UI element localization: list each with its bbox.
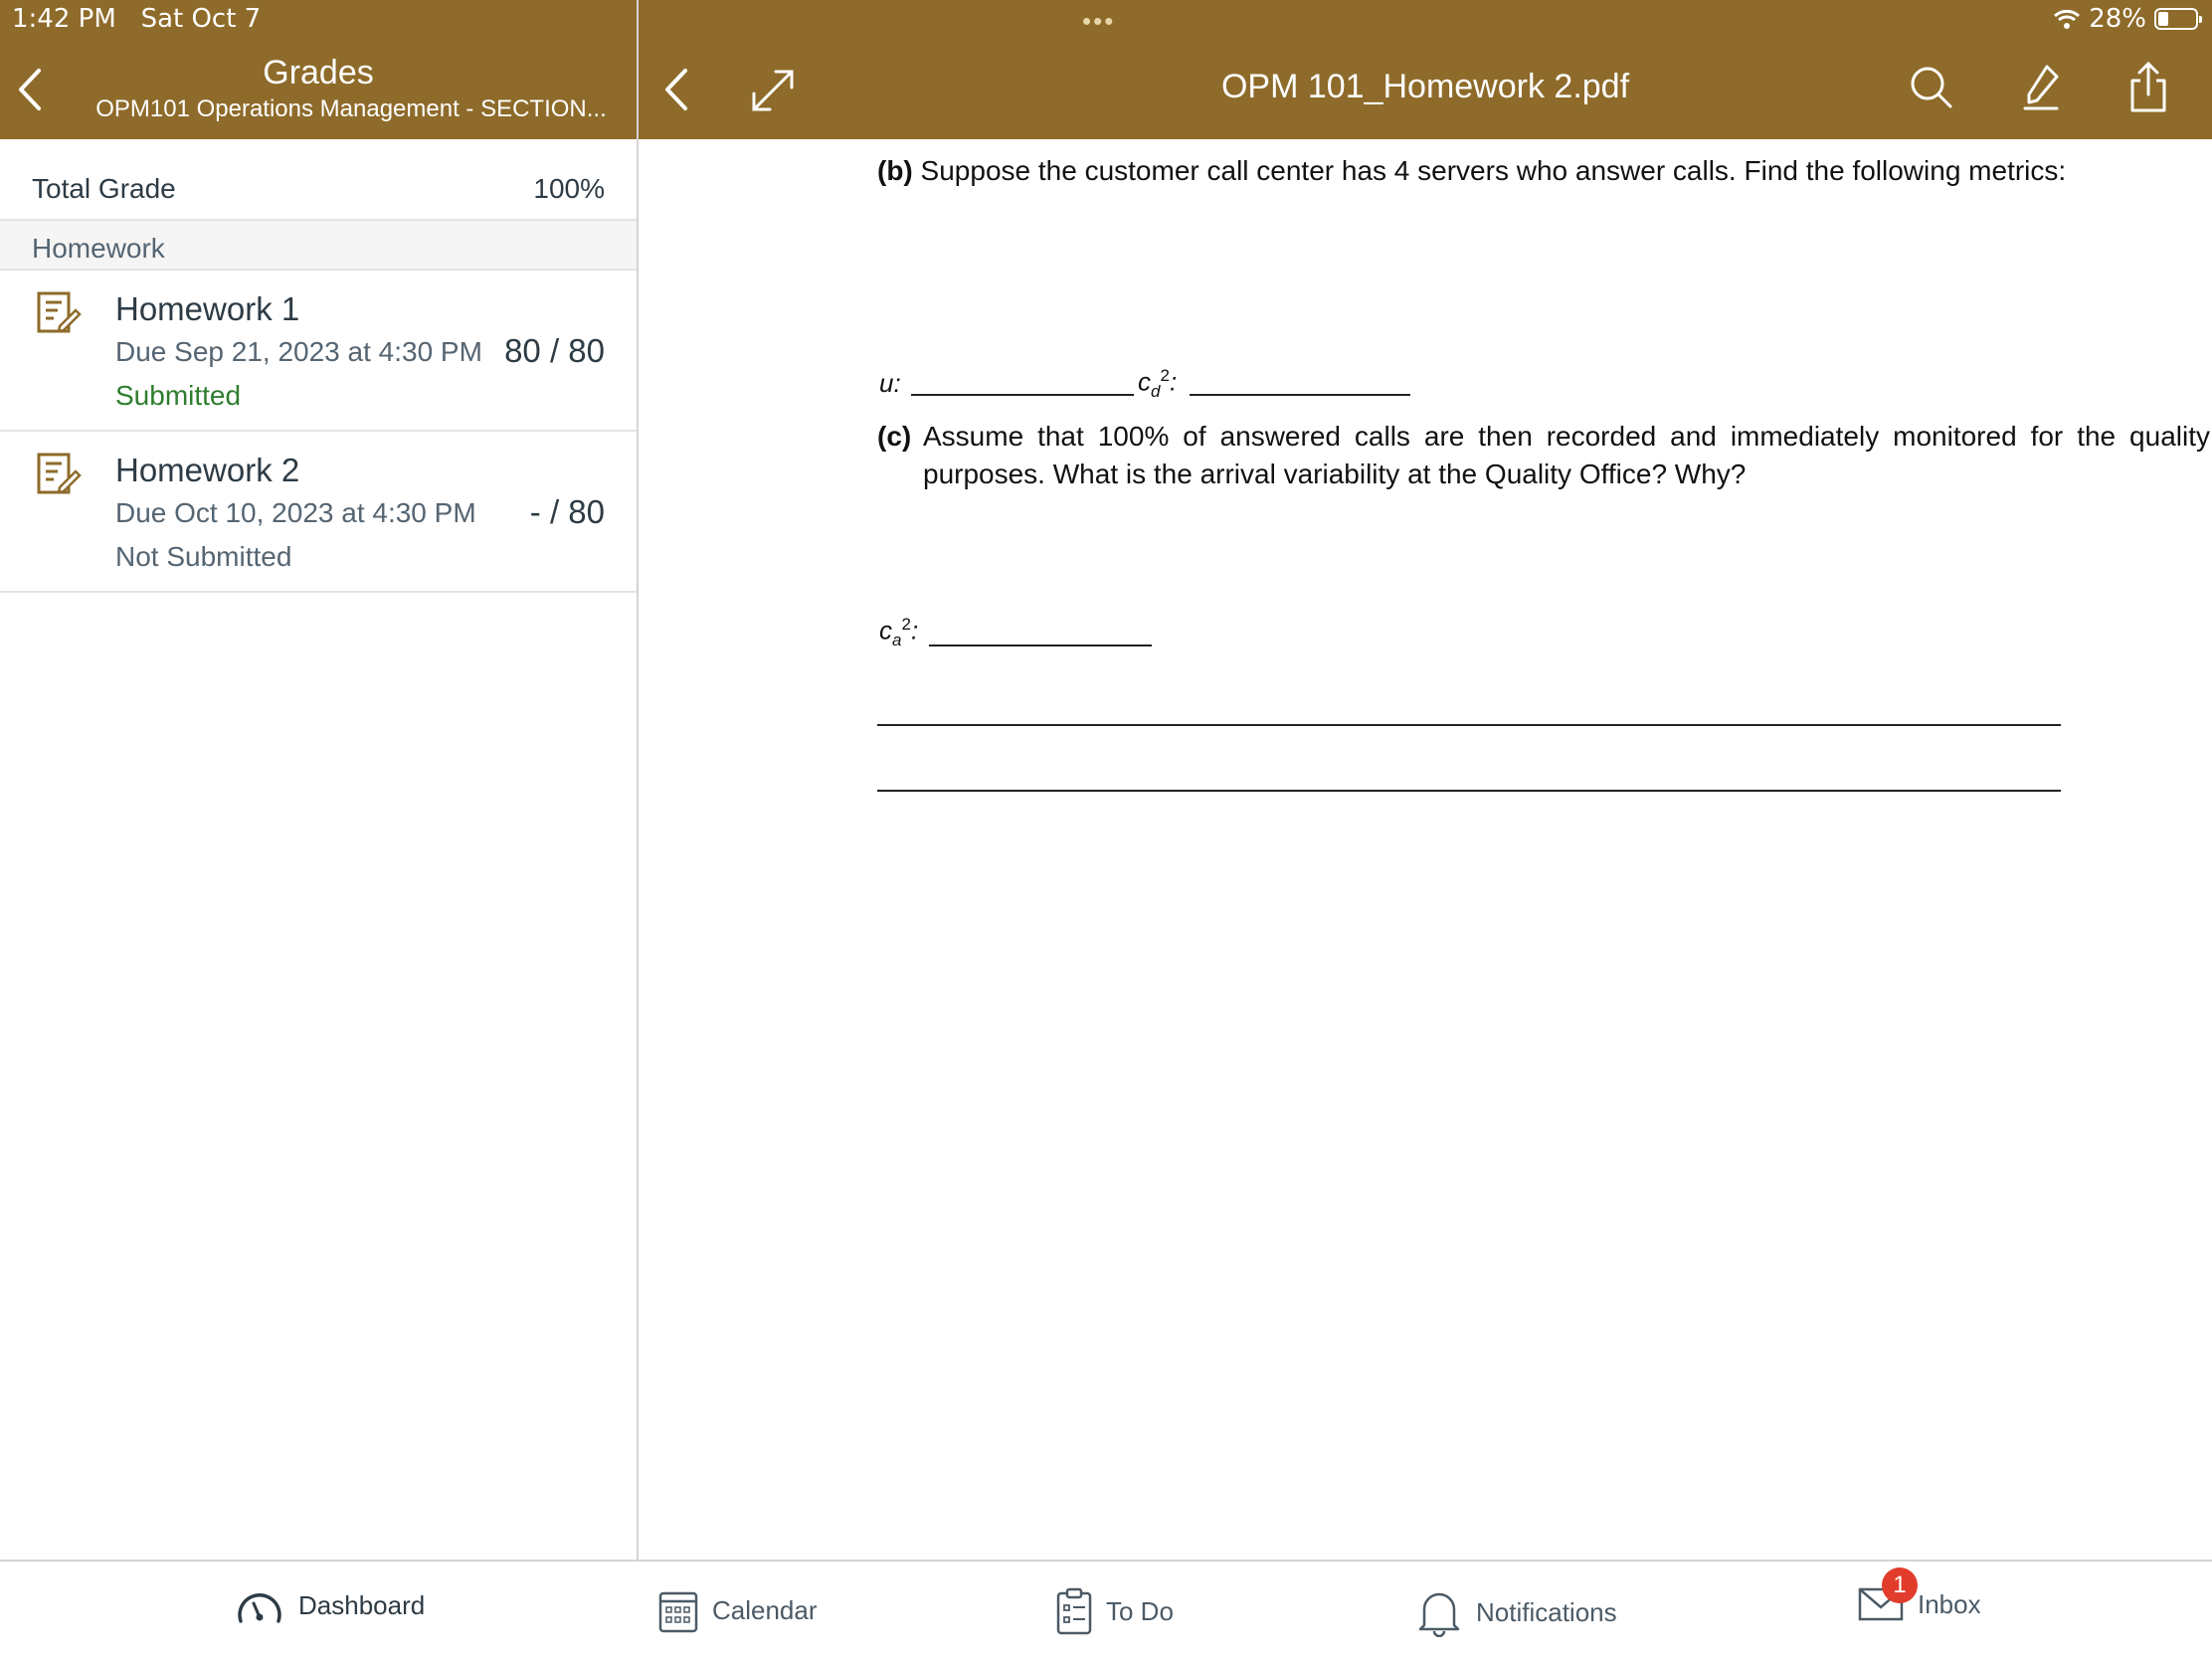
assignment-row-homework-2[interactable]: Homework 2 Due Oct 10, 2023 at 4:30 PM N… bbox=[0, 432, 637, 593]
total-grade-row: Total Grade 100% bbox=[0, 139, 637, 221]
question-b: (b) Suppose the customer call center has… bbox=[877, 155, 2066, 187]
annotate-button[interactable] bbox=[2019, 62, 2063, 113]
tab-label: Inbox bbox=[1918, 1588, 1981, 1619]
assignment-name: Homework 1 bbox=[115, 290, 300, 327]
status-indicators: 28% bbox=[2053, 4, 2202, 34]
assignment-icon bbox=[37, 453, 82, 494]
question-c-label: (c) bbox=[877, 421, 912, 452]
assignment-status: Not Submitted bbox=[115, 541, 292, 572]
answer-line-cd bbox=[1190, 394, 1410, 396]
question-c: (c) Assume that 100% of answered calls a… bbox=[877, 418, 2210, 493]
assignment-due: Due Sep 21, 2023 at 4:30 PM bbox=[115, 336, 482, 367]
assignment-score: 80 / 80 bbox=[504, 332, 605, 369]
tab-calendar[interactable]: Calendar bbox=[658, 1587, 818, 1633]
question-b-text: Suppose the customer call center has 4 s… bbox=[920, 155, 2067, 186]
tab-notifications[interactable]: Notifications bbox=[1416, 1587, 1617, 1637]
multitasking-dots[interactable]: ••• bbox=[1082, 6, 1115, 37]
total-grade-label: Total Grade bbox=[32, 173, 176, 204]
assignment-due: Due Oct 10, 2023 at 4:30 PM bbox=[115, 497, 476, 528]
tab-todo[interactable]: To Do bbox=[1056, 1587, 1174, 1635]
answer-line-why-2 bbox=[877, 790, 2061, 792]
bell-icon bbox=[1418, 1592, 1460, 1637]
tab-label: Calendar bbox=[712, 1594, 818, 1625]
tab-label: Dashboard bbox=[298, 1589, 426, 1620]
answer-line-ca bbox=[929, 645, 1152, 646]
status-time: 1:42 PM Sat Oct 7 bbox=[12, 4, 262, 34]
tab-label: To Do bbox=[1106, 1595, 1174, 1626]
metric-u-label: u: bbox=[879, 368, 901, 398]
answer-line-why-1 bbox=[877, 724, 2061, 726]
dashboard-icon bbox=[238, 1593, 281, 1623]
todo-icon bbox=[1056, 1587, 1092, 1635]
share-icon bbox=[2130, 61, 2166, 112]
battery-percent: 28% bbox=[2089, 4, 2146, 34]
pen-icon bbox=[2023, 65, 2059, 110]
share-button[interactable] bbox=[2126, 60, 2170, 115]
question-c-text: Assume that 100% of answered calls are t… bbox=[923, 421, 2210, 489]
document-title: OPM 101_Homework 2.pdf bbox=[1220, 68, 1630, 105]
course-subtitle: OPM101 Operations Management - SECTION..… bbox=[95, 95, 607, 122]
search-button[interactable] bbox=[1908, 64, 1955, 111]
answer-line-u bbox=[911, 394, 1134, 396]
tab-inbox[interactable]: Inbox bbox=[1858, 1587, 1981, 1621]
tab-dashboard[interactable]: Dashboard bbox=[235, 1587, 425, 1623]
calendar-icon bbox=[658, 1591, 698, 1633]
assignment-name: Homework 2 bbox=[115, 452, 300, 488]
top-header: 1:42 PM Sat Oct 7 ••• 28% Grades OPM101 … bbox=[0, 0, 2212, 139]
metric-cd-label: cd2: bbox=[1138, 366, 1178, 401]
search-icon bbox=[1911, 67, 1952, 108]
pdf-document[interactable]: (b) Suppose the customer call center has… bbox=[639, 139, 2212, 1560]
assignment-group-header: Homework bbox=[0, 221, 637, 271]
tab-label: Notifications bbox=[1476, 1596, 1617, 1627]
assignment-status: Submitted bbox=[115, 380, 242, 411]
tab-bar: Dashboard Calendar To Do Notifications I… bbox=[0, 1560, 2212, 1659]
page-title: Grades bbox=[263, 54, 374, 92]
metric-ca-label: ca2: bbox=[879, 615, 919, 649]
assignment-icon bbox=[37, 291, 82, 333]
assignment-score: - / 80 bbox=[529, 493, 605, 530]
assignment-row-homework-1[interactable]: Homework 1 Due Sep 21, 2023 at 4:30 PM S… bbox=[0, 271, 637, 432]
total-grade-value: 100% bbox=[533, 173, 605, 204]
question-b-label: (b) bbox=[877, 155, 913, 186]
group-label: Homework bbox=[32, 233, 165, 264]
inbox-badge: 1 bbox=[1882, 1567, 1918, 1603]
battery-icon bbox=[2154, 8, 2202, 30]
wifi-icon bbox=[2054, 9, 2081, 29]
